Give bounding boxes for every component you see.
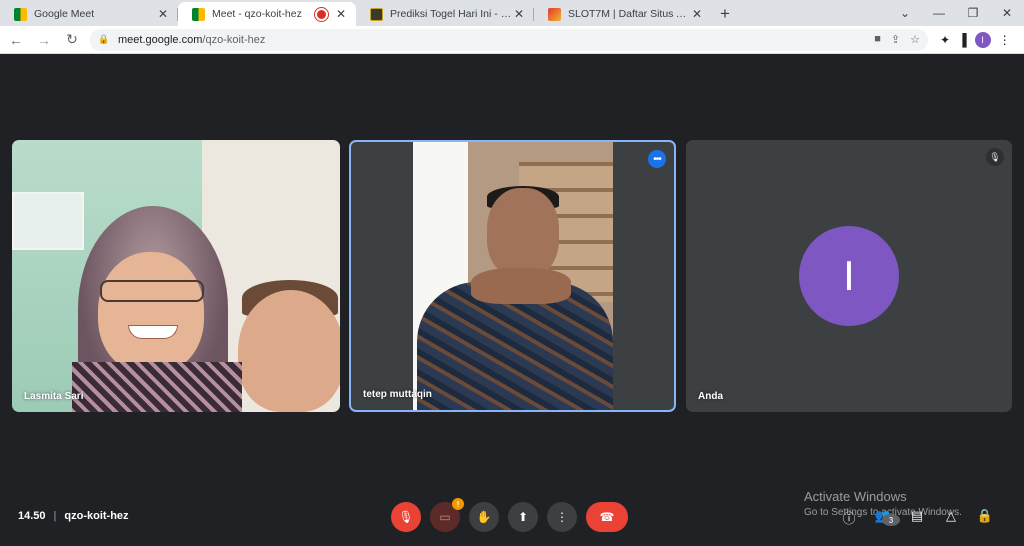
present-screen-button[interactable]: ⬆	[508, 502, 538, 532]
slot-icon	[548, 7, 561, 21]
more-vert-icon: ⋮	[556, 510, 568, 524]
camera-in-use-icon[interactable]: ■	[874, 33, 881, 46]
close-window-icon[interactable]: ✕	[990, 0, 1024, 26]
minimize-icon[interactable]: —	[922, 0, 956, 26]
bookmark-star-icon[interactable]: ☆	[910, 33, 920, 46]
participant-name: Lasmita Sari	[24, 391, 84, 402]
browser-toolbar: ← → ↻ 🔒 meet.google.com/qzo-koit-hez ■ ⇪…	[0, 26, 1024, 54]
tab-slot7m[interactable]: SLOT7M | Daftar Situs Agen Judi ✕	[534, 2, 712, 26]
participant-tile-pinned[interactable]: ••• tetep muttaqin	[349, 140, 676, 412]
camera-toggle-button[interactable]: ▭ !	[430, 498, 464, 532]
tab-meet-call[interactable]: Meet - qzo-koit-hez ✕	[178, 2, 356, 26]
share-icon[interactable]: ⇪	[891, 33, 900, 46]
new-tab-button[interactable]: +	[712, 2, 738, 26]
leave-call-button[interactable]: ☎	[586, 502, 628, 532]
side-panel-icon[interactable]: ▐	[958, 33, 967, 47]
chat-icon[interactable]: ▤	[908, 508, 926, 536]
hand-icon: ✋	[476, 510, 492, 524]
tab-title: SLOT7M | Daftar Situs Agen Judi	[568, 8, 690, 20]
present-icon: ⬆	[517, 510, 529, 524]
participant-name: tetep muttaqin	[363, 389, 432, 400]
side-panel-controls: ⓘ 👥3 ▤ △ 🔒	[840, 508, 994, 536]
menu-icon[interactable]: ⋮	[999, 33, 1011, 47]
people-icon[interactable]: 👥3	[874, 508, 900, 536]
profile-avatar[interactable]: I	[974, 31, 991, 48]
url-host: meet.google.com	[118, 33, 203, 46]
browser-tab-strip: Google Meet ✕ Meet - qzo-koit-hez ✕ Pred…	[0, 0, 1024, 26]
participant-avatar: I	[799, 226, 899, 326]
tab-title: Prediksi Togel Hari Ini - Wangsit	[390, 8, 512, 20]
tab-prediksi[interactable]: Prediksi Togel Hari Ini - Wangsit ✕	[356, 2, 534, 26]
call-controls-bar: 14.50 | qzo-koit-hez 🎙 ▭ ! ✋ ⬆ ⋮ ☎ Activ…	[0, 486, 1024, 546]
forward-icon[interactable]: →	[32, 28, 56, 52]
more-options-button[interactable]: ⋮	[547, 502, 577, 532]
tab-title: Meet - qzo-koit-hez	[212, 8, 302, 20]
window-controls: ⌄ — ❐ ✕	[888, 0, 1024, 26]
tab-google-meet[interactable]: Google Meet ✕	[0, 2, 178, 26]
host-controls-icon[interactable]: 🔒	[976, 508, 994, 536]
meeting-code: qzo-koit-hez	[64, 510, 129, 522]
lock-icon[interactable]: 🔒	[98, 34, 111, 45]
participant-name: Anda	[698, 391, 723, 402]
meeting-time: 14.50	[18, 510, 46, 522]
extensions-icon[interactable]: ✦	[940, 33, 950, 47]
participant-tile[interactable]: Lasmita Sari	[12, 140, 340, 412]
activities-icon[interactable]: △	[942, 508, 960, 536]
tab-search-icon[interactable]: ⌄	[888, 0, 922, 26]
raise-hand-button[interactable]: ✋	[469, 502, 499, 532]
close-icon[interactable]: ✕	[512, 7, 526, 21]
meeting-info-icon[interactable]: ⓘ	[840, 508, 858, 536]
end-call-icon: ☎	[599, 510, 615, 524]
mic-off-icon: 🎙	[986, 148, 1004, 166]
self-tile[interactable]: 🎙 I Anda	[686, 140, 1012, 412]
close-icon[interactable]: ✕	[156, 7, 170, 21]
close-icon[interactable]: ✕	[690, 7, 704, 21]
people-count-badge: 3	[882, 514, 900, 526]
restore-icon[interactable]: ❐	[956, 0, 990, 26]
more-options-icon[interactable]: •••	[648, 150, 666, 168]
tab-title: Google Meet	[34, 8, 95, 20]
meet-icon	[192, 7, 205, 21]
camera-warning-badge: !	[452, 498, 464, 510]
recording-icon	[317, 9, 326, 19]
site-icon	[370, 7, 383, 21]
meeting-details: 14.50 | qzo-koit-hez	[18, 510, 129, 522]
mic-off-icon: 🎙	[398, 510, 414, 524]
url-path: /qzo-koit-hez	[202, 33, 266, 46]
meet-icon	[14, 7, 27, 21]
close-icon[interactable]: ✕	[334, 7, 348, 21]
camera-off-icon: ▭	[439, 510, 451, 524]
address-bar[interactable]: 🔒 meet.google.com/qzo-koit-hez ■ ⇪ ☆	[90, 28, 928, 51]
back-icon[interactable]: ←	[4, 28, 28, 52]
reload-icon[interactable]: ↻	[60, 28, 84, 52]
mic-toggle-button[interactable]: 🎙	[391, 502, 421, 532]
